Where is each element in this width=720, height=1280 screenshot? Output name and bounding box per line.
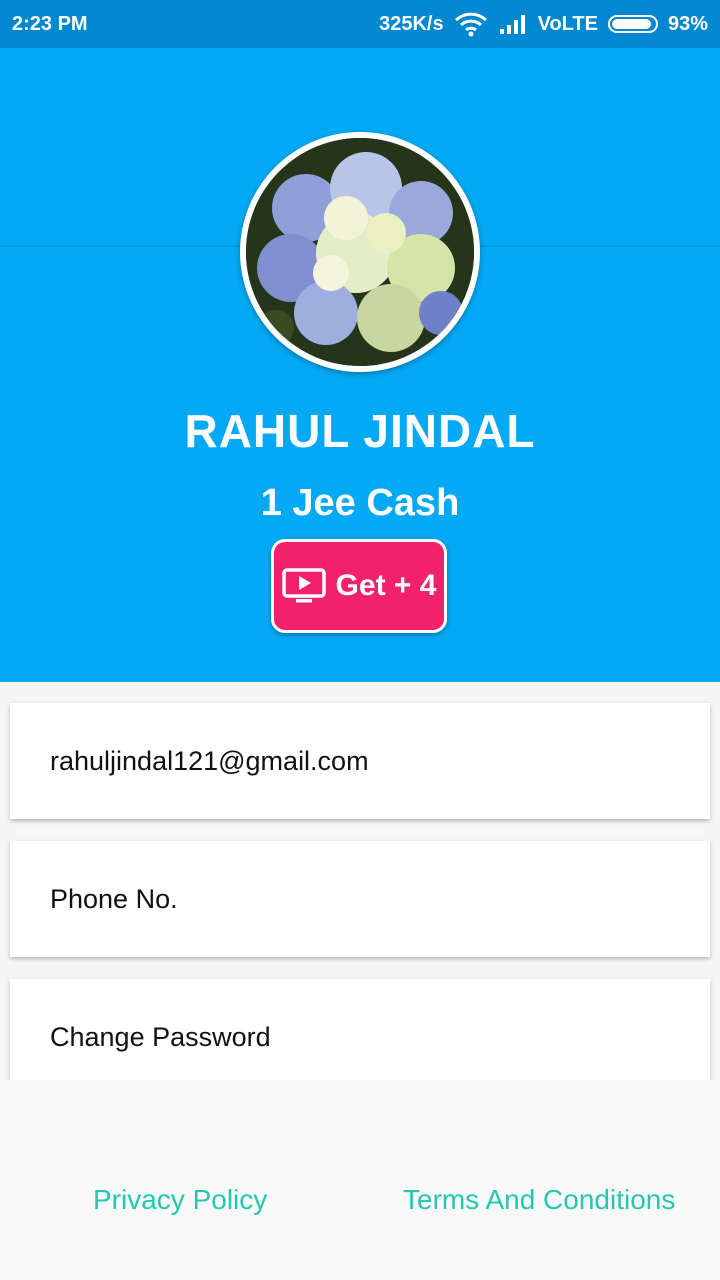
email-text: rahuljindal121@gmail.com [50, 745, 369, 776]
signal-icon [498, 13, 528, 35]
email-item[interactable]: rahuljindal121@gmail.com [10, 703, 710, 819]
phone-text: Phone No. [50, 883, 178, 914]
status-bar: 2:23 PM 325K/s VoLTE 93% [0, 0, 720, 48]
privacy-policy-link[interactable]: Privacy Policy [93, 1184, 267, 1216]
avatar[interactable] [240, 132, 480, 372]
cash-balance: 1 Jee Cash [260, 482, 460, 524]
terms-link[interactable]: Terms And Conditions [403, 1184, 675, 1216]
change-password-item[interactable]: Change Password [10, 979, 710, 1095]
battery-level-fill [611, 19, 652, 29]
video-play-icon [281, 568, 326, 604]
battery-percent: 93% [667, 12, 708, 35]
battery-icon [607, 15, 658, 33]
phone-item[interactable]: Phone No. [10, 841, 710, 957]
get-reward-label: Get + 4 [335, 569, 437, 602]
get-reward-button[interactable]: Get + 4 [271, 539, 447, 633]
wifi-icon [454, 11, 488, 37]
network-speed: 325K/s [379, 12, 444, 35]
change-password-text: Change Password [50, 1021, 271, 1052]
profile-header: RAHUL JINDAL 1 Jee Cash Get + 4 [0, 48, 720, 682]
avatar-photo [246, 138, 474, 366]
hydrangea-flower-photo [246, 138, 474, 366]
status-time: 2:23 PM [12, 12, 88, 35]
footer: Privacy Policy Terms And Conditions [0, 1080, 720, 1280]
user-name: RAHUL JINDAL [184, 405, 536, 457]
status-icons: 325K/s VoLTE 93% [379, 11, 708, 37]
network-type: VoLTE [537, 12, 598, 35]
